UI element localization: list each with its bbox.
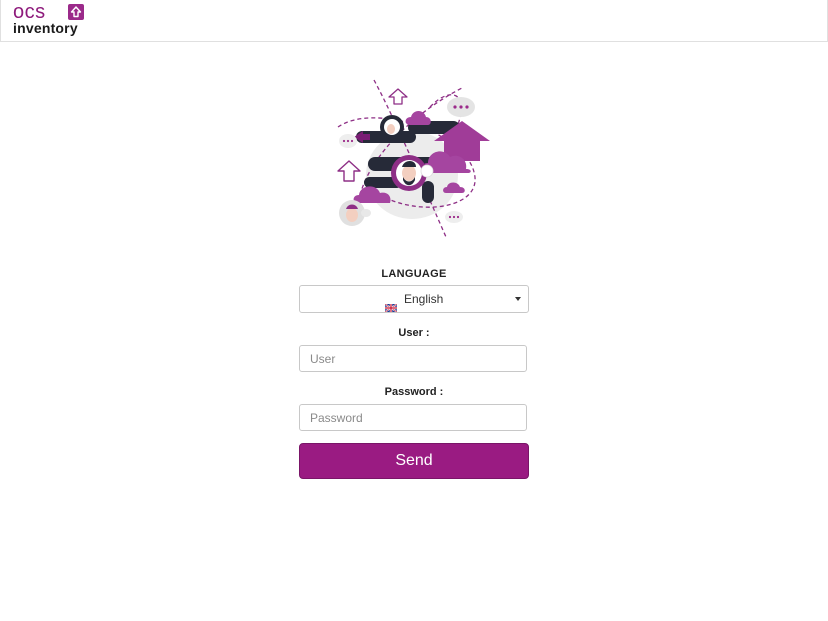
chevron-down-icon (515, 297, 521, 301)
password-label: Password : (384, 386, 444, 398)
user-label: User : (398, 327, 430, 339)
language-selected-value: English (403, 292, 444, 306)
send-button[interactable]: Send (299, 443, 529, 479)
password-input[interactable] (299, 404, 527, 431)
user-input[interactable] (299, 345, 527, 372)
top-bar: OCS inventory (0, 0, 828, 42)
language-label: LANGUAGE (381, 268, 447, 280)
logo-wordmark-inventory: inventory (13, 20, 78, 36)
logo-box-icon (68, 4, 84, 20)
uk-flag-icon (384, 295, 398, 313)
logo-wordmark-ocs: OCS (13, 1, 46, 23)
language-select[interactable]: English (299, 285, 529, 313)
login-illustration (334, 77, 494, 239)
ocs-inventory-logo[interactable]: OCS inventory (13, 1, 87, 37)
login-form: LANGUAGE English User : Password : Send (299, 268, 529, 479)
